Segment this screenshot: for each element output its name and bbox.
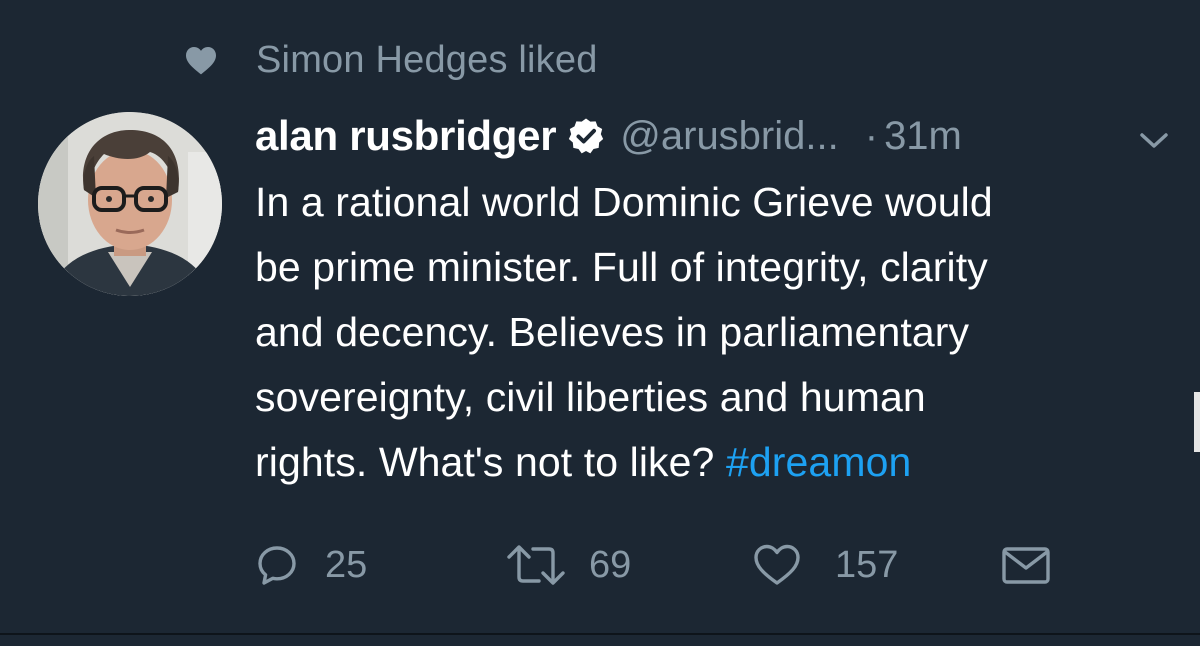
heart-icon: [184, 45, 218, 75]
author-handle[interactable]: @arusbrid...: [620, 114, 838, 159]
tweet-header: alan rusbridger @arusbrid... · 31m: [255, 108, 962, 164]
reply-count: 25: [325, 543, 368, 586]
divider: [0, 633, 1200, 635]
avatar[interactable]: [38, 112, 222, 296]
reply-icon: [255, 543, 299, 587]
retweet-count: 69: [589, 543, 632, 586]
like-count: 157: [835, 543, 899, 586]
social-context: Simon Hedges liked: [184, 38, 598, 82]
tweet-actions: 25 69 157: [255, 538, 1185, 592]
tweet-text-line: and decency. Believes in parliamentary: [255, 309, 970, 355]
reply-button[interactable]: 25: [255, 538, 367, 592]
tweet-text-line: sovereignty, civil liberties and human: [255, 374, 926, 420]
retweet-icon: [505, 543, 567, 587]
author-display-name[interactable]: alan rusbridger: [255, 112, 557, 160]
tweet-text-line: In a rational world Dominic Grieve would: [255, 179, 993, 225]
tweet-text-line: be prime minister. Full of integrity, cl…: [255, 244, 988, 290]
retweet-button[interactable]: 69: [505, 538, 631, 592]
verified-badge-icon: [566, 116, 606, 156]
tweet-text-last: rights. What's not to like?: [255, 439, 715, 485]
hashtag-link[interactable]: #dreamon: [726, 439, 911, 485]
envelope-icon: [1001, 543, 1051, 587]
heart-outline-icon: [753, 543, 801, 587]
direct-message-button[interactable]: [1001, 538, 1051, 592]
chevron-down-icon[interactable]: [1138, 128, 1170, 152]
like-button[interactable]: 157: [753, 538, 898, 592]
tweet-timestamp[interactable]: 31m: [884, 114, 962, 159]
separator-dot: ·: [864, 113, 879, 158]
social-context-label[interactable]: Simon Hedges liked: [256, 39, 598, 82]
tweet-text-line: rights. What's not to like? #dreamon: [255, 430, 1185, 495]
scrollbar[interactable]: [1194, 392, 1200, 452]
tweet-text: In a rational world Dominic Grieve would…: [255, 170, 1185, 495]
